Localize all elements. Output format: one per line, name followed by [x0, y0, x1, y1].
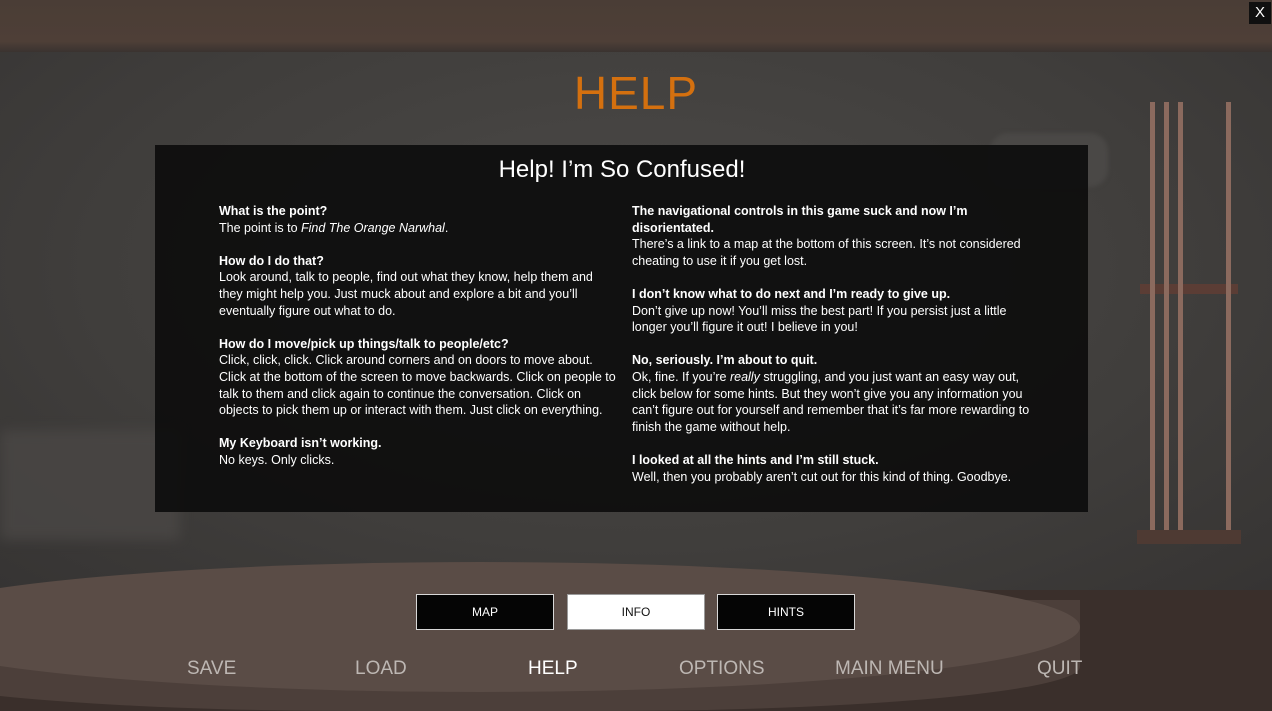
- faq-answer: Well, then you probably aren’t cut out f…: [632, 469, 1012, 484]
- faq-answer: The point is to Find The Orange Narwhal.: [219, 220, 617, 237]
- faq-question: How do I do that?: [219, 253, 324, 268]
- game-screen: X HELP Help! I’m So Confused! What is th…: [0, 0, 1272, 711]
- faq-answer: Don’t give up now! You’ll miss the best …: [632, 303, 1007, 335]
- faq-item: How do I do that? Look around, talk to p…: [219, 253, 617, 319]
- ceiling-beam: [0, 0, 1272, 52]
- faq-answer-text: Ok, fine. If you’re: [632, 369, 730, 384]
- faq-question: My Keyboard isn’t working.: [219, 436, 382, 451]
- faq-question: I don’t know what to do next and I’m rea…: [632, 286, 951, 301]
- nav-quit[interactable]: QUIT: [1037, 658, 1082, 680]
- faq-item: What is the point? The point is to Find …: [219, 203, 617, 236]
- nav-load[interactable]: LOAD: [355, 658, 407, 680]
- faq-column-right: The navigational controls in this game s…: [632, 203, 1032, 502]
- faq-answer-text: .: [444, 220, 449, 235]
- faq-answer-emphasis: really: [729, 369, 760, 384]
- faq-column-left: What is the point? The point is to Find …: [219, 203, 617, 485]
- faq-question: The navigational controls in this game s…: [632, 204, 968, 235]
- faq-answer: Ok, fine. If you’re really struggling, a…: [632, 369, 1032, 435]
- faq-answer: No keys. Only clicks.: [219, 452, 335, 467]
- faq-question: What is the point?: [219, 204, 328, 218]
- close-button[interactable]: X: [1249, 2, 1271, 24]
- faq-item: No, seriously. I’m about to quit. Ok, fi…: [632, 352, 1032, 435]
- help-panel-heading: Help! I’m So Confused!: [498, 156, 746, 183]
- nav-save[interactable]: SAVE: [187, 658, 236, 680]
- faq-question: I looked at all the hints and I’m still …: [632, 452, 879, 467]
- cue-rack-base: [1137, 530, 1241, 544]
- faq-question: How do I move/pick up things/talk to peo…: [219, 336, 509, 351]
- faq-item: I don’t know what to do next and I’m rea…: [632, 286, 1032, 336]
- faq-item: I looked at all the hints and I’m still …: [632, 452, 1032, 485]
- faq-answer-emphasis: Find The Orange Narwhal: [301, 220, 445, 235]
- map-button[interactable]: MAP: [416, 594, 554, 630]
- background-furniture: [0, 430, 180, 540]
- faq-answer: There’s a link to a map at the bottom of…: [632, 237, 1021, 268]
- faq-answer: Click, click, click. Click around corner…: [219, 353, 616, 418]
- faq-item: My Keyboard isn’t working. No keys. Only…: [219, 435, 617, 468]
- info-button[interactable]: INFO: [567, 594, 705, 630]
- page-title: HELP: [573, 67, 699, 119]
- nav-options[interactable]: OPTIONS: [679, 658, 765, 680]
- faq-answer-text: The point is to: [219, 220, 301, 235]
- faq-question: No, seriously. I’m about to quit.: [632, 353, 818, 368]
- faq-answer: Look around, talk to people, find out wh…: [219, 270, 593, 318]
- faq-item: How do I move/pick up things/talk to peo…: [219, 336, 617, 419]
- nav-main-menu[interactable]: MAIN MENU: [835, 658, 944, 680]
- hints-button[interactable]: HINTS: [717, 594, 855, 630]
- nav-help[interactable]: HELP: [528, 658, 578, 680]
- faq-item: The navigational controls in this game s…: [632, 203, 1032, 269]
